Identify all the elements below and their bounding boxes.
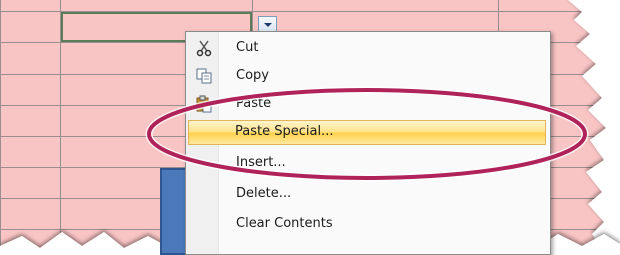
menu-item-cut[interactable]: Cut: [188, 36, 546, 61]
menu-item-paste[interactable]: Paste: [188, 92, 546, 117]
menu-item-paste-special[interactable]: Paste Special...: [188, 120, 546, 145]
menu-item-label: Clear Contents: [236, 216, 333, 231]
menu-item-label: Paste Special...: [235, 124, 334, 139]
paste-icon: [196, 95, 212, 113]
menu-item-delete[interactable]: Delete...: [188, 182, 546, 207]
menu-item-insert[interactable]: Insert...: [188, 151, 546, 176]
menu-item-label: Copy: [236, 68, 269, 83]
menu-item-label: Delete...: [236, 186, 292, 201]
context-menu: Cut Copy Paste Paste Special... Insert..…: [185, 31, 551, 255]
copy-icon: [196, 68, 212, 84]
menu-item-copy[interactable]: Copy: [188, 64, 546, 89]
menu-item-clear-contents[interactable]: Clear Contents: [188, 212, 546, 237]
menu-item-label: Paste: [236, 96, 272, 111]
excel-screenshot: Cut Copy Paste Paste Special... Insert..…: [0, 0, 620, 255]
scissors-icon: [196, 40, 212, 57]
menu-item-label: Insert...: [236, 155, 286, 170]
menu-item-label: Cut: [236, 40, 259, 55]
